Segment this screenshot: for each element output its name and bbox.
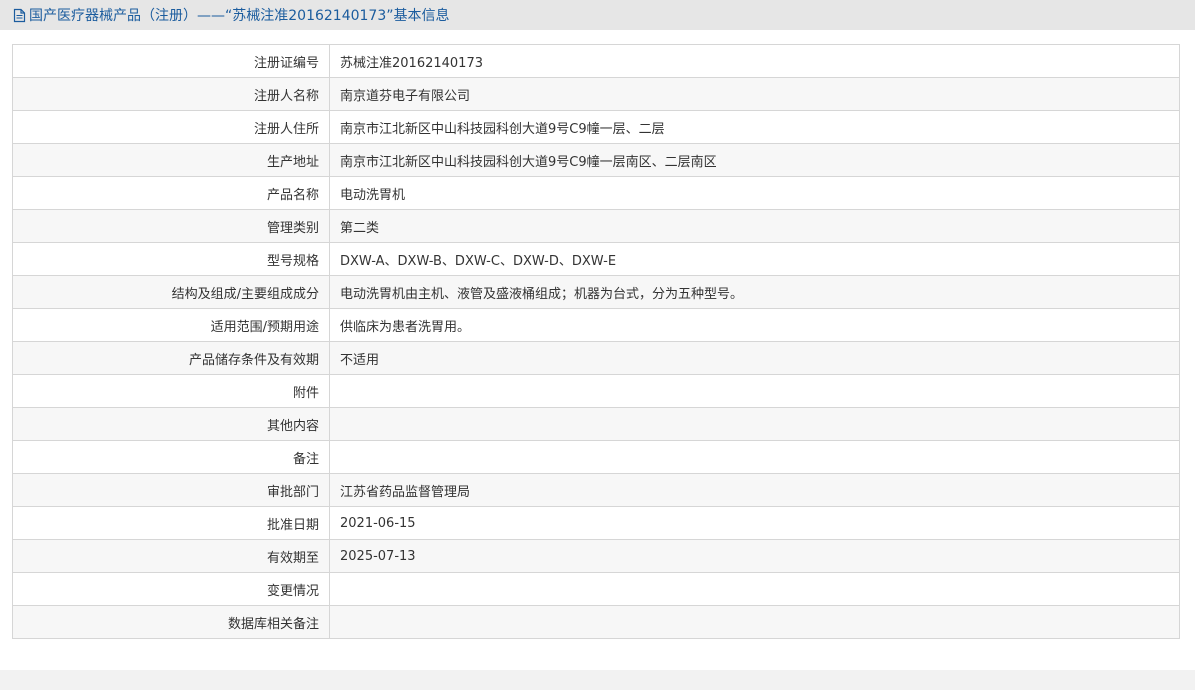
table-row: 数据库相关备注: [12, 605, 1180, 639]
field-value: 不适用: [329, 341, 1180, 375]
info-table: 注册证编号 苏械注准20162140173 注册人名称 南京道芬电子有限公司 注册人住所…: [12, 44, 1180, 639]
table-row: 产品储存条件及有效期 不适用: [12, 341, 1180, 375]
field-value: 南京市江北新区中山科技园科创大道9号C9幢一层南区、二层南区: [329, 143, 1180, 177]
field-label: 产品名称: [12, 176, 330, 210]
field-label: 型号规格: [12, 242, 330, 276]
field-value: [329, 407, 1180, 441]
title-bar: 国产医疗器械产品（注册）——“苏械注准20162140173”基本信息: [0, 0, 1195, 30]
field-value: 苏械注准20162140173: [329, 44, 1180, 78]
table-row: 备注: [12, 440, 1180, 474]
table-row: 注册人住所 南京市江北新区中山科技园科创大道9号C9幢一层、二层: [12, 110, 1180, 144]
field-label: 注册人名称: [12, 77, 330, 111]
table-row: 结构及组成/主要组成成分 电动洗胃机由主机、液管及盛液桶组成；机器为台式，分为五种…: [12, 275, 1180, 309]
field-label: 产品储存条件及有效期: [12, 341, 330, 375]
field-label: 变更情况: [12, 572, 330, 606]
content-area: 注册证编号 苏械注准20162140173 注册人名称 南京道芬电子有限公司 注册人住所…: [0, 30, 1195, 670]
page: 国产医疗器械产品（注册）——“苏械注准20162140173”基本信息 注册证编…: [0, 0, 1195, 690]
field-value: [329, 440, 1180, 474]
field-label: 有效期至: [12, 539, 330, 573]
field-label: 适用范围/预期用途: [12, 308, 330, 342]
field-value: 第二类: [329, 209, 1180, 243]
field-value: 2025-07-13: [329, 539, 1180, 573]
field-label: 批准日期: [12, 506, 330, 540]
field-value: DXW-A、DXW-B、DXW-C、DXW-D、DXW-E: [329, 242, 1180, 276]
document-icon: [13, 8, 26, 23]
table-row: 管理类别 第二类: [12, 209, 1180, 243]
table-row: 其他内容: [12, 407, 1180, 441]
field-value: [329, 374, 1180, 408]
table-row: 注册证编号 苏械注准20162140173: [12, 44, 1180, 78]
field-label: 附件: [12, 374, 330, 408]
table-row: 变更情况: [12, 572, 1180, 606]
table-row: 适用范围/预期用途 供临床为患者洗胃用。: [12, 308, 1180, 342]
table-row: 批准日期 2021-06-15: [12, 506, 1180, 540]
field-value: 2021-06-15: [329, 506, 1180, 540]
field-label: 审批部门: [12, 473, 330, 507]
page-title: 国产医疗器械产品（注册）——“苏械注准20162140173”基本信息: [29, 8, 450, 24]
field-value: [329, 605, 1180, 639]
field-label: 其他内容: [12, 407, 330, 441]
table-row: 型号规格 DXW-A、DXW-B、DXW-C、DXW-D、DXW-E: [12, 242, 1180, 276]
field-value: 电动洗胃机由主机、液管及盛液桶组成；机器为台式，分为五种型号。: [329, 275, 1180, 309]
table-row: 注册人名称 南京道芬电子有限公司: [12, 77, 1180, 111]
table-row: 有效期至 2025-07-13: [12, 539, 1180, 573]
field-value: 南京市江北新区中山科技园科创大道9号C9幢一层、二层: [329, 110, 1180, 144]
field-label: 管理类别: [12, 209, 330, 243]
table-row: 审批部门 江苏省药品监督管理局: [12, 473, 1180, 507]
table-row: 生产地址 南京市江北新区中山科技园科创大道9号C9幢一层南区、二层南区: [12, 143, 1180, 177]
field-label: 注册人住所: [12, 110, 330, 144]
field-label: 备注: [12, 440, 330, 474]
table-row: 产品名称 电动洗胃机: [12, 176, 1180, 210]
table-row: 附件: [12, 374, 1180, 408]
field-label: 数据库相关备注: [12, 605, 330, 639]
field-value: 南京道芬电子有限公司: [329, 77, 1180, 111]
field-value: 江苏省药品监督管理局: [329, 473, 1180, 507]
field-value: [329, 572, 1180, 606]
field-label: 结构及组成/主要组成成分: [12, 275, 330, 309]
field-value: 供临床为患者洗胃用。: [329, 308, 1180, 342]
field-label: 注册证编号: [12, 44, 330, 78]
field-value: 电动洗胃机: [329, 176, 1180, 210]
field-label: 生产地址: [12, 143, 330, 177]
